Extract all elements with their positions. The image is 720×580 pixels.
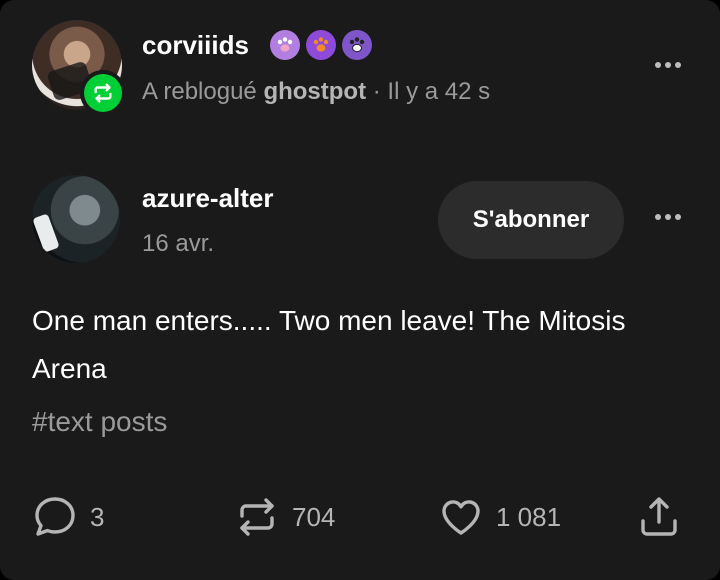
- reblog-source-link[interactable]: ghostpot: [263, 78, 366, 105]
- reblogs-button[interactable]: 704: [234, 492, 335, 542]
- reblog-icon: [240, 498, 274, 536]
- share-button[interactable]: [636, 492, 682, 542]
- likes-button[interactable]: 1 081: [438, 492, 561, 542]
- share-icon: [641, 497, 677, 536]
- post-card: corviiids A reblogué ghostpot · Il y a 4…: [0, 0, 720, 580]
- post-date[interactable]: 16 avr.: [142, 230, 214, 258]
- reblog-info: A reblogué ghostpot · Il y a 42 s: [142, 78, 490, 106]
- post-tag[interactable]: #text posts: [32, 406, 167, 438]
- reblog-icon: [84, 74, 122, 112]
- post-author-username[interactable]: azure-alter: [142, 183, 274, 214]
- heart-icon: [442, 500, 480, 535]
- reblog-badge: [80, 70, 126, 116]
- reblog-action-text: A reblogué: [142, 78, 257, 105]
- author-avatar[interactable]: [32, 175, 120, 263]
- likes-count: 1 081: [496, 501, 562, 532]
- paw-print-badge-icon[interactable]: [270, 30, 300, 60]
- reblog-separator: ·: [372, 78, 381, 105]
- paw-print-badge-icon[interactable]: [342, 30, 372, 60]
- reblog-time: Il y a 42 s: [387, 78, 491, 105]
- user-badges: [270, 30, 372, 60]
- reblog-more-options-icon[interactable]: [655, 62, 681, 68]
- post-body-text: One man enters..... Two men leave! The M…: [32, 305, 626, 384]
- replies-count: 3: [90, 501, 105, 532]
- follow-button[interactable]: S'abonner: [438, 181, 624, 259]
- reblogger-username[interactable]: corviiids: [142, 30, 249, 61]
- comment-icon: [35, 497, 75, 536]
- paw-print-badge-icon[interactable]: [306, 30, 336, 60]
- post-more-options-icon[interactable]: [655, 214, 681, 220]
- reblogs-count: 704: [292, 501, 336, 532]
- replies-button[interactable]: 3: [32, 492, 104, 542]
